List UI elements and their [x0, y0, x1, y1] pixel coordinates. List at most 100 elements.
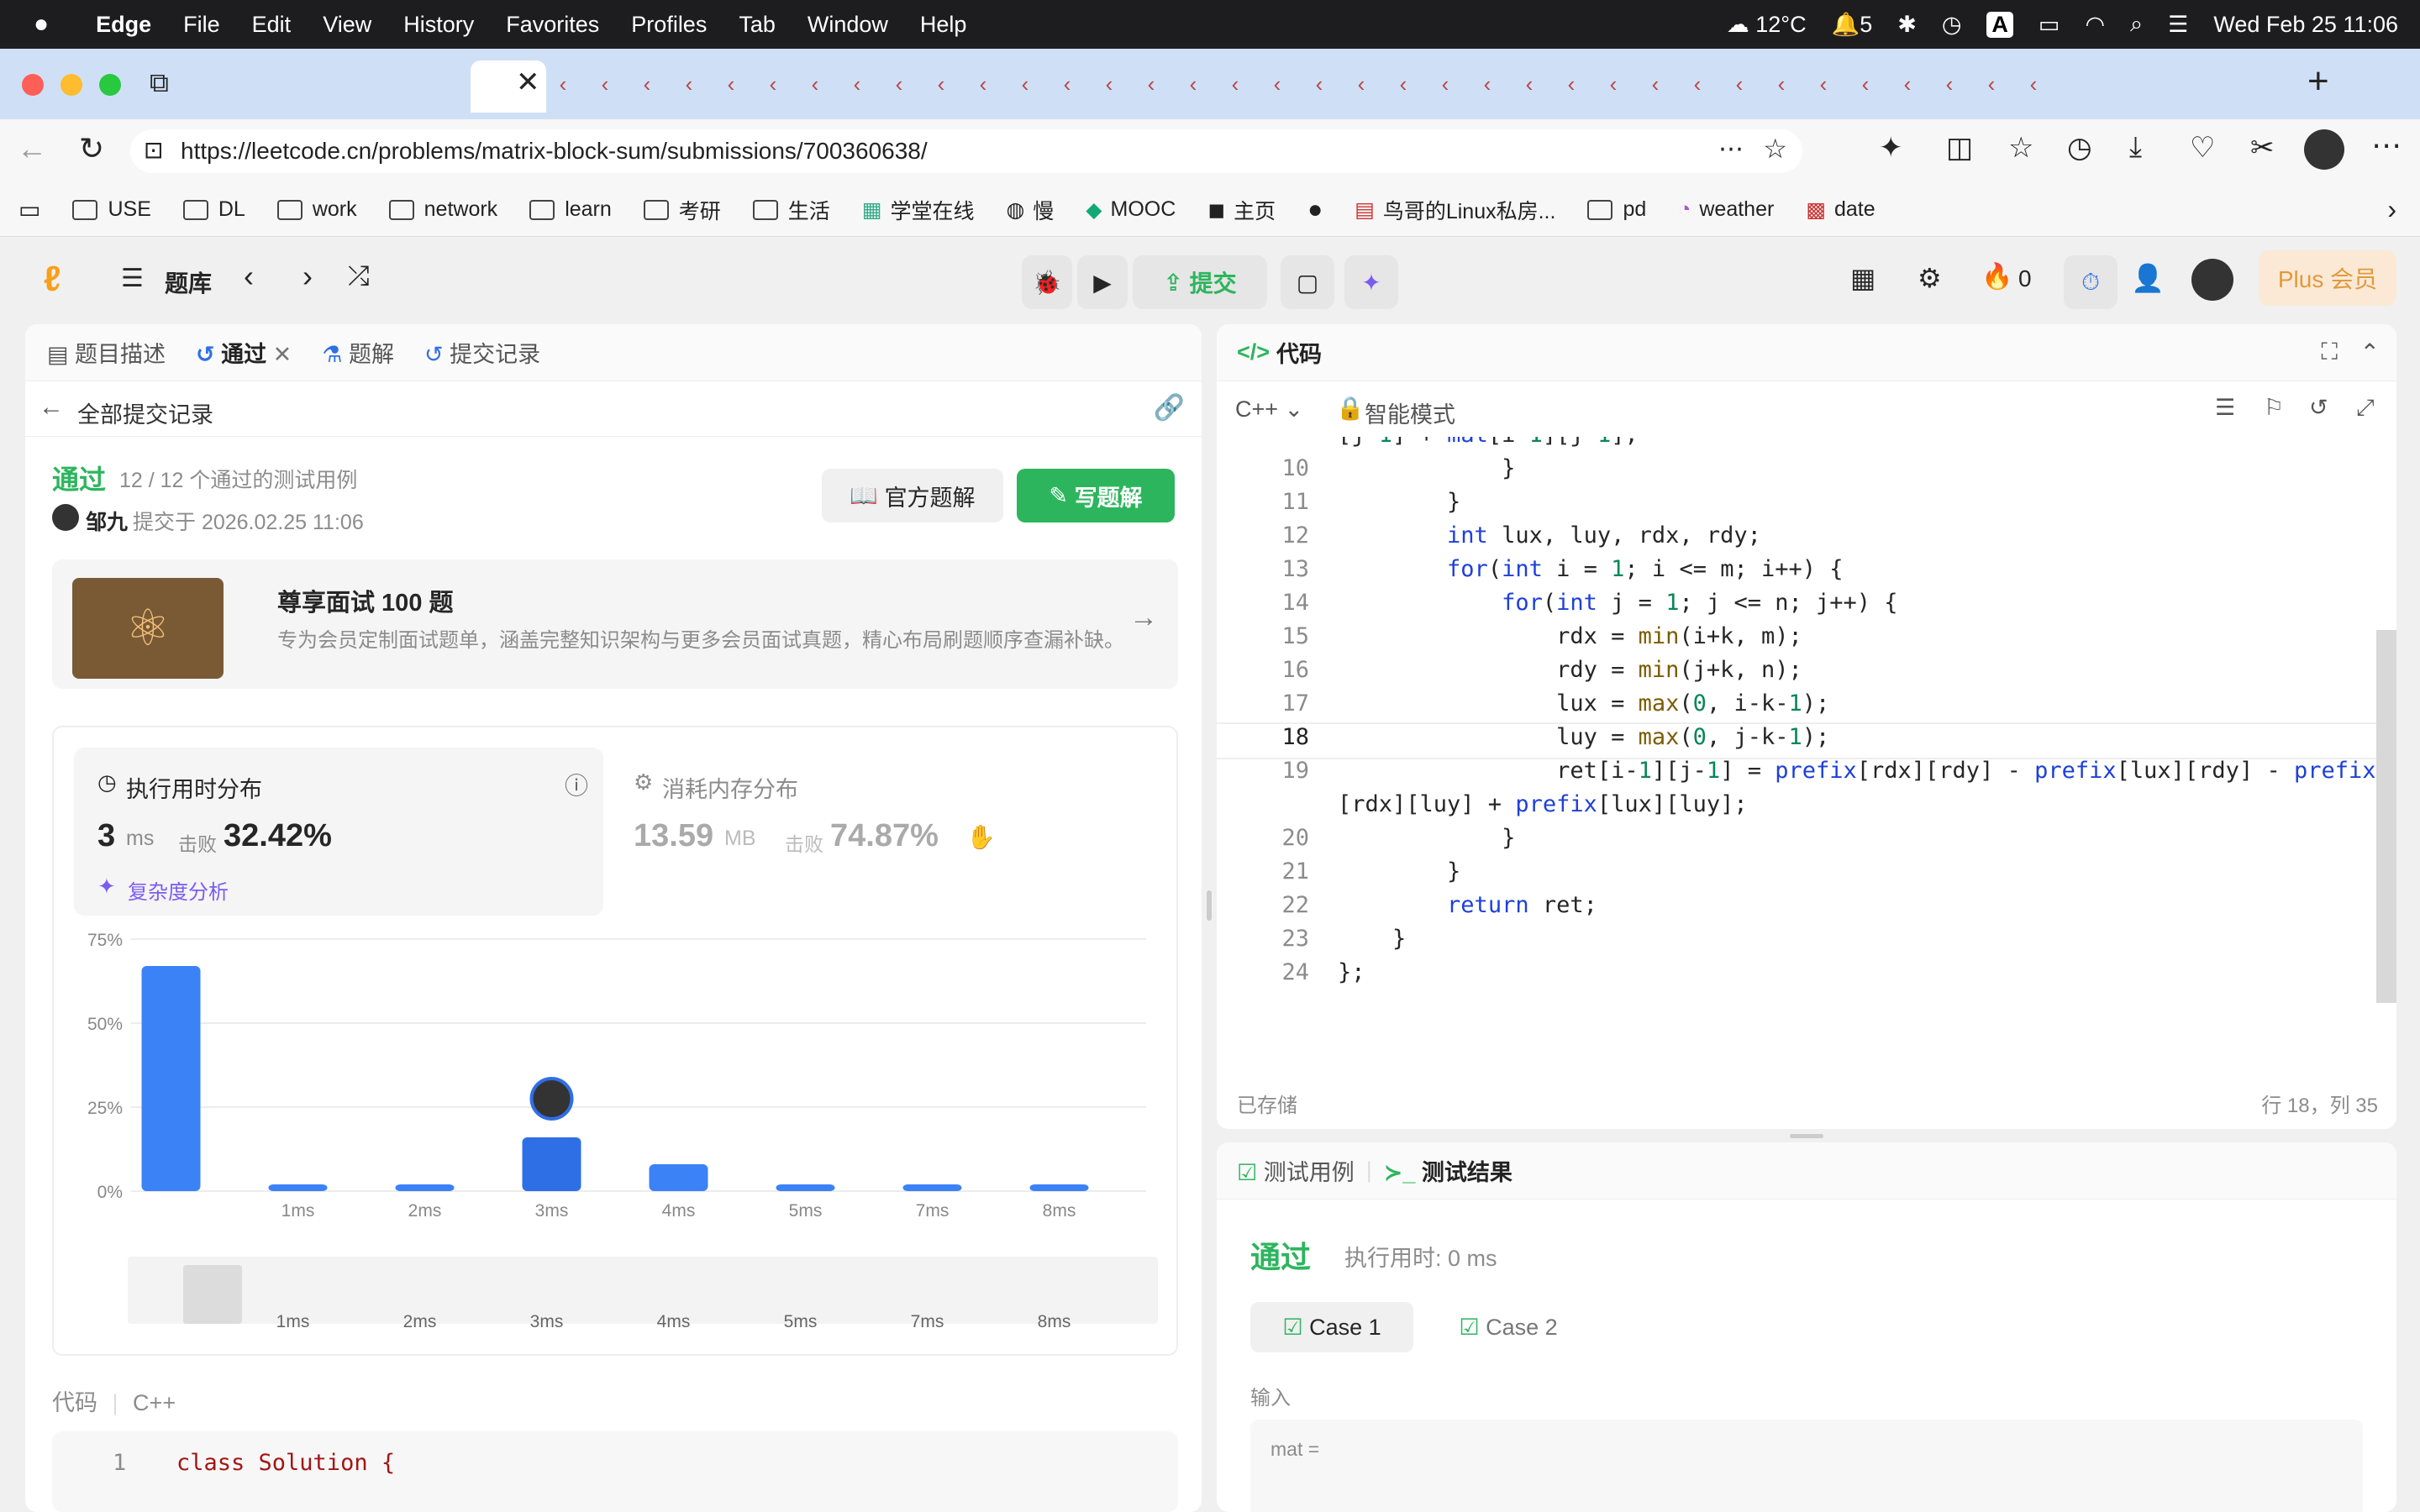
- tab-favicon-icon[interactable]: ‹: [1639, 66, 1672, 102]
- notes-button[interactable]: ▢: [1281, 255, 1334, 309]
- bookmark-use[interactable]: USE: [72, 197, 151, 222]
- info-icon[interactable]: ⓘ: [565, 768, 588, 801]
- tab-favicon-icon[interactable]: ‹: [924, 66, 958, 102]
- tab-favicon-icon[interactable]: ‹: [1218, 66, 1252, 102]
- maximize-icon[interactable]: ⛶: [2321, 339, 2338, 366]
- tab-actions-icon[interactable]: ⧉: [150, 67, 169, 99]
- tab-test-cases[interactable]: ☑ 测试用例: [1237, 1154, 1355, 1187]
- tab-favicon-icon[interactable]: ‹: [1849, 66, 1882, 102]
- bookmark-linux[interactable]: ▤ 鸟哥的Linux私房...: [1355, 195, 1555, 225]
- case-2-tab[interactable]: ☑ Case 2: [1427, 1302, 1590, 1352]
- menu-help[interactable]: Help: [920, 12, 967, 38]
- more-tools-icon[interactable]: ⋯: [1718, 134, 1744, 164]
- tab-submissions[interactable]: ↺ 提交记录: [424, 336, 540, 369]
- tab-favicon-icon[interactable]: ‹: [1470, 66, 1504, 102]
- reset-icon[interactable]: ↺: [2309, 395, 2328, 421]
- control-center-icon[interactable]: ☰: [2168, 12, 2188, 38]
- tab-favicon-icon[interactable]: ‹: [1344, 66, 1378, 102]
- bookmark-icon[interactable]: ⚐: [2264, 395, 2284, 421]
- back-icon[interactable]: ←: [17, 131, 47, 166]
- language-select[interactable]: C++ ⌄: [1235, 396, 1303, 423]
- profile-avatar[interactable]: [2304, 129, 2344, 170]
- tab-favicon-icon[interactable]: ‹: [756, 66, 790, 102]
- apple-icon[interactable]: ●: [34, 10, 49, 39]
- app-name[interactable]: Edge: [96, 12, 151, 38]
- add-friend-icon[interactable]: 👤: [2131, 262, 2165, 294]
- screenshot-icon[interactable]: ✂: [2250, 131, 2275, 165]
- bookmark-home[interactable]: ◼ 主页: [1207, 195, 1276, 225]
- tab-favicon-icon[interactable]: ‹: [840, 66, 874, 102]
- menu-tab[interactable]: Tab: [739, 12, 776, 38]
- prev-problem-icon[interactable]: ‹: [244, 259, 254, 294]
- author-name[interactable]: 邹九: [86, 506, 128, 536]
- tab-favicon-icon[interactable]: ‹: [714, 66, 748, 102]
- tab-favicon-icon[interactable]: ‹: [1765, 66, 1798, 102]
- bookmark-weather[interactable]: ◔ weather: [1678, 197, 1774, 222]
- url-field[interactable]: ⊡ https://leetcode.cn/problems/matrix-bl…: [130, 129, 1802, 173]
- tab-description[interactable]: ▤ 题目描述: [47, 336, 166, 369]
- tab-favicon-icon[interactable]: ‹: [1260, 66, 1294, 102]
- user-avatar[interactable]: [2191, 259, 2233, 301]
- shuffle-icon[interactable]: ⤮: [348, 260, 370, 292]
- streak-fire-icon[interactable]: 🔥: [1981, 262, 2012, 291]
- bookmark-pd[interactable]: pd: [1587, 197, 1646, 222]
- smart-mode-toggle[interactable]: 智能模式: [1365, 396, 1455, 429]
- tab-favicon-icon[interactable]: ‹: [1428, 66, 1462, 102]
- plus-member-button[interactable]: Plus 会员: [2259, 250, 2396, 306]
- run-button[interactable]: ▶: [1077, 255, 1128, 309]
- tab-favicon-icon[interactable]: ‹: [966, 66, 1000, 102]
- wifi-icon[interactable]: ◠: [2085, 12, 2105, 38]
- settings-more-icon[interactable]: ⋯: [2371, 128, 2402, 163]
- bookmark-dl[interactable]: DL: [182, 197, 245, 222]
- bookmark-network[interactable]: network: [388, 197, 497, 222]
- settings-icon[interactable]: ⚙: [1918, 262, 1942, 294]
- bookmark-life[interactable]: 生活: [752, 195, 830, 225]
- tab-favicon-icon[interactable]: ‹: [882, 66, 916, 102]
- tab-favicon-icon[interactable]: ‹: [2017, 66, 2050, 102]
- panel-resize-handle[interactable]: [1207, 890, 1212, 921]
- layout-icon[interactable]: ▦: [1850, 262, 1876, 294]
- menu-view[interactable]: View: [323, 12, 371, 38]
- weather-status[interactable]: ☁ 12°C: [1727, 12, 1807, 38]
- submit-button[interactable]: ⇪ 提交: [1133, 255, 1267, 309]
- close-window-button[interactable]: [22, 74, 44, 96]
- tab-favicon-icon[interactable]: ‹: [1050, 66, 1084, 102]
- tab-favicon-icon[interactable]: ‹: [588, 66, 622, 102]
- notification-icon[interactable]: 🔔5: [1832, 11, 1873, 38]
- bookmark-man[interactable]: ◍ 慢: [1006, 195, 1054, 225]
- tab-favicon-icon[interactable]: ‹: [1975, 66, 2008, 102]
- bookmark-xuetang[interactable]: ▦ 学堂在线: [862, 195, 975, 225]
- tab-favicon-icon[interactable]: ‹: [1386, 66, 1420, 102]
- favorite-star-icon[interactable]: ☆: [1763, 133, 1787, 165]
- menu-profiles[interactable]: Profiles: [631, 12, 707, 38]
- menu-edit[interactable]: Edit: [252, 12, 292, 38]
- menu-favorites[interactable]: Favorites: [506, 12, 599, 38]
- tab-favicon-icon[interactable]: ‹: [1681, 66, 1714, 102]
- tab-favicon-icon[interactable]: ‹: [1723, 66, 1756, 102]
- write-solution-button[interactable]: ✎ 写题解: [1017, 469, 1175, 522]
- leetcode-logo-icon[interactable]: ℓ: [44, 259, 61, 299]
- bookmark-work[interactable]: work: [276, 197, 357, 222]
- menu-file[interactable]: File: [183, 12, 220, 38]
- tab-close-icon[interactable]: ✕: [516, 66, 540, 99]
- tab-test-results[interactable]: ≻_ 测试结果: [1384, 1154, 1512, 1187]
- extensions-icon[interactable]: ✦: [1879, 131, 1903, 165]
- tab-favicon-icon[interactable]: ‹: [1176, 66, 1210, 102]
- spotlight-icon[interactable]: ⌕: [2130, 11, 2143, 38]
- tab-favicon-icon[interactable]: ‹: [672, 66, 706, 102]
- time-machine-icon[interactable]: ◷: [1942, 12, 1962, 38]
- tab-favicon-icon[interactable]: ‹: [798, 66, 832, 102]
- bluetooth-icon[interactable]: ✱: [1897, 12, 1917, 38]
- bookmark-kaoyan[interactable]: 考研: [643, 195, 721, 225]
- tab-favicon-icon[interactable]: ‹: [1597, 66, 1630, 102]
- runtime-card[interactable]: ◷ 执行用时分布 ⓘ 3 ms 击败 32.42% ✦ 复杂度分析: [74, 748, 603, 916]
- tab-favicon-icon[interactable]: ‹: [1092, 66, 1126, 102]
- tab-favicon-icon[interactable]: ‹: [630, 66, 664, 102]
- tab-favicon-icon[interactable]: ‹: [1555, 66, 1588, 102]
- menu-history[interactable]: History: [403, 12, 474, 38]
- problem-bank-link[interactable]: 题库: [165, 265, 212, 299]
- bookmark-mooc[interactable]: ◆ MOOC: [1086, 197, 1176, 223]
- complexity-analysis-link[interactable]: 复杂度分析: [128, 875, 229, 905]
- horizontal-resize-handle[interactable]: [1790, 1134, 1823, 1138]
- zoom-window-button[interactable]: [99, 74, 121, 96]
